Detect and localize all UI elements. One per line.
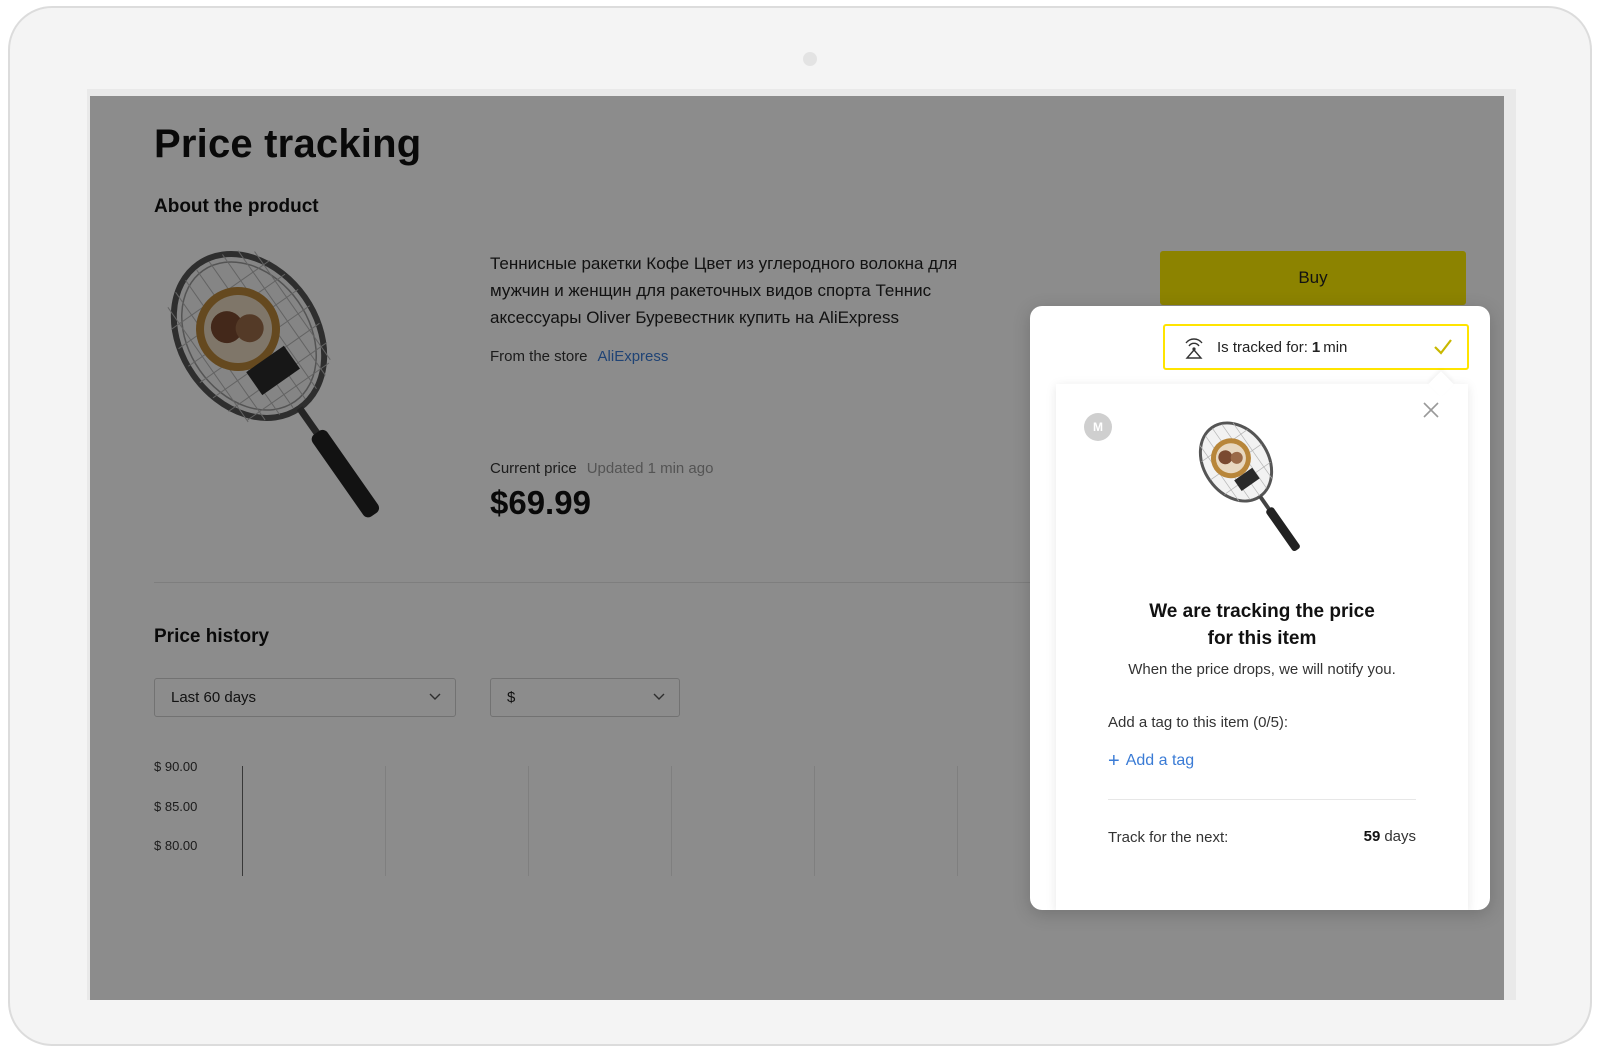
track-days-number: 59	[1363, 828, 1381, 845]
tracked-status-button[interactable]: Is tracked for: 1 min	[1163, 324, 1469, 370]
card-pointer	[1428, 371, 1454, 397]
tracked-value: 1	[1311, 338, 1321, 356]
tracked-unit: min	[1323, 338, 1348, 356]
check-icon	[1434, 339, 1452, 355]
product-thumbnail	[1198, 421, 1300, 552]
close-icon[interactable]	[1422, 401, 1440, 419]
radar-icon	[1185, 338, 1203, 359]
track-duration-label: Track for the next:	[1108, 829, 1229, 846]
browser-viewport: Price tracking About the product Теннисн…	[90, 96, 1504, 1000]
avatar: M	[1084, 413, 1112, 441]
popup-title: We are tracking the price for this item	[1149, 601, 1375, 649]
camera-dot	[803, 52, 817, 66]
tracked-prefix: Is tracked for:	[1217, 338, 1308, 356]
tracking-popup: Is tracked for: 1 min M We are tracking …	[1030, 306, 1490, 910]
popup-subtitle: When the price drops, we will notify you…	[1128, 661, 1396, 678]
add-tag-label: Add a tag	[1125, 752, 1195, 769]
plus-icon: +	[1108, 750, 1120, 772]
add-tag-button[interactable]: + Add a tag	[1108, 751, 1194, 771]
tag-label: Add a tag to this item (0/5):	[1108, 714, 1289, 731]
track-duration-value[interactable]: 59 days	[1364, 828, 1416, 845]
track-days-unit: days	[1384, 828, 1416, 845]
card-divider	[1108, 799, 1416, 800]
tracking-card: M We are tracking the price for this ite…	[1056, 371, 1468, 910]
